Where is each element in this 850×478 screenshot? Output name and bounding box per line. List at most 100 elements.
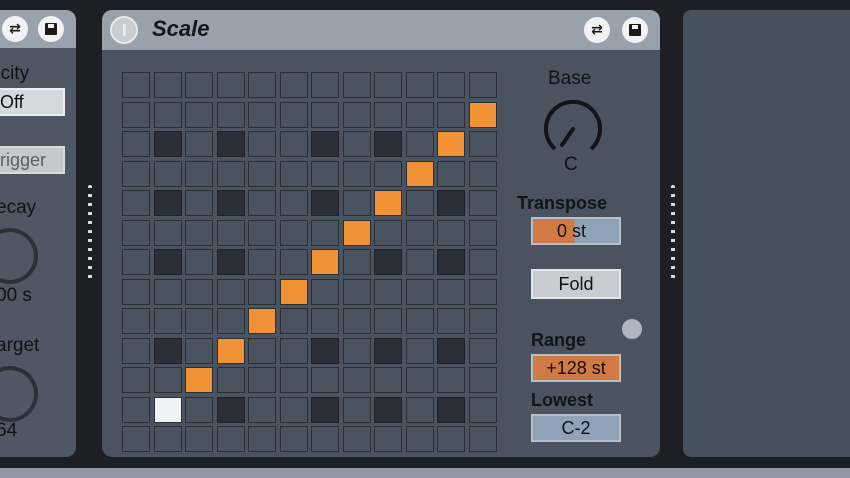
grid-cell[interactable]: [279, 219, 308, 246]
grid-cell[interactable]: [311, 426, 339, 452]
grid-cell[interactable]: [122, 190, 150, 216]
grid-cell[interactable]: [185, 278, 213, 305]
grid-cell[interactable]: [153, 337, 182, 364]
bottom-scrollbar[interactable]: [0, 468, 850, 478]
grid-cell[interactable]: [311, 160, 339, 187]
grid-cell[interactable]: [405, 101, 434, 128]
grid-cell[interactable]: [279, 160, 308, 187]
grid-cell[interactable]: [405, 308, 434, 334]
grid-cell[interactable]: [248, 101, 276, 128]
grid-cell[interactable]: [122, 131, 150, 157]
grid-cell[interactable]: [311, 337, 339, 364]
grid-cell[interactable]: [437, 337, 465, 364]
grid-cell[interactable]: [437, 219, 465, 246]
grid-cell[interactable]: [248, 367, 276, 393]
grid-cell[interactable]: [342, 219, 371, 246]
grid-cell[interactable]: [185, 308, 213, 334]
grid-cell[interactable]: [153, 367, 182, 393]
grid-cell[interactable]: [405, 367, 434, 393]
grid-cell[interactable]: [342, 426, 371, 452]
lowest-field[interactable]: C-2: [531, 414, 621, 442]
hot-swap-icon[interactable]: ⇄: [2, 16, 28, 42]
grid-cell[interactable]: [342, 249, 371, 275]
grid-cell[interactable]: [468, 308, 497, 334]
grid-cell[interactable]: [153, 219, 182, 246]
grid-cell[interactable]: [311, 190, 339, 216]
grid-cell[interactable]: [311, 131, 339, 157]
grid-cell[interactable]: [374, 396, 402, 423]
target-knob[interactable]: [0, 366, 38, 422]
grid-cell[interactable]: [279, 367, 308, 393]
grid-cell[interactable]: [185, 249, 213, 275]
grid-cell[interactable]: [374, 190, 402, 216]
grid-cell[interactable]: [185, 72, 213, 98]
grid-cell[interactable]: [216, 219, 245, 246]
grid-cell[interactable]: [468, 190, 497, 216]
grid-cell[interactable]: [185, 131, 213, 157]
off-toggle[interactable]: Off: [0, 88, 65, 116]
grid-cell[interactable]: [122, 278, 150, 305]
grid-cell[interactable]: [405, 426, 434, 452]
grid-cell[interactable]: [122, 337, 150, 364]
device-drag-handle[interactable]: [88, 185, 92, 280]
grid-cell[interactable]: [185, 396, 213, 423]
grid-cell[interactable]: [216, 190, 245, 216]
grid-cell[interactable]: [437, 396, 465, 423]
grid-cell[interactable]: [216, 426, 245, 452]
grid-cell[interactable]: [437, 278, 465, 305]
grid-cell[interactable]: [122, 249, 150, 275]
grid-cell[interactable]: [279, 72, 308, 98]
grid-cell[interactable]: [185, 337, 213, 364]
grid-cell[interactable]: [216, 131, 245, 157]
grid-cell[interactable]: [248, 337, 276, 364]
grid-cell[interactable]: [374, 367, 402, 393]
grid-cell[interactable]: [248, 278, 276, 305]
grid-cell[interactable]: [342, 101, 371, 128]
grid-cell[interactable]: [216, 249, 245, 275]
grid-cell[interactable]: [311, 219, 339, 246]
grid-cell[interactable]: [437, 131, 465, 157]
grid-cell[interactable]: [468, 249, 497, 275]
grid-cell[interactable]: [342, 190, 371, 216]
grid-cell[interactable]: [153, 101, 182, 128]
transpose-field[interactable]: 0 st: [531, 217, 621, 245]
grid-cell[interactable]: [311, 278, 339, 305]
grid-cell[interactable]: [374, 308, 402, 334]
grid-cell[interactable]: [279, 426, 308, 452]
grid-cell[interactable]: [216, 396, 245, 423]
grid-cell[interactable]: [342, 396, 371, 423]
scale-note-grid[interactable]: [122, 72, 497, 452]
grid-cell[interactable]: [279, 308, 308, 334]
grid-cell[interactable]: [405, 396, 434, 423]
grid-cell[interactable]: [468, 367, 497, 393]
grid-cell[interactable]: [153, 190, 182, 216]
grid-cell[interactable]: [185, 219, 213, 246]
grid-cell[interactable]: [153, 160, 182, 187]
decay-knob[interactable]: [0, 228, 38, 284]
grid-cell[interactable]: [216, 72, 245, 98]
grid-cell[interactable]: [122, 426, 150, 452]
grid-cell[interactable]: [279, 337, 308, 364]
grid-cell[interactable]: [248, 160, 276, 187]
grid-cell[interactable]: [468, 160, 497, 187]
grid-cell[interactable]: [468, 131, 497, 157]
grid-cell[interactable]: [405, 131, 434, 157]
grid-cell[interactable]: [122, 101, 150, 128]
grid-cell[interactable]: [311, 367, 339, 393]
hot-swap-icon[interactable]: ⇄: [584, 17, 610, 43]
grid-cell[interactable]: [216, 278, 245, 305]
grid-cell[interactable]: [374, 131, 402, 157]
grid-cell[interactable]: [248, 219, 276, 246]
grid-cell[interactable]: [405, 219, 434, 246]
grid-cell[interactable]: [279, 190, 308, 216]
grid-cell[interactable]: [437, 160, 465, 187]
grid-cell[interactable]: [185, 190, 213, 216]
grid-cell[interactable]: [279, 278, 308, 305]
grid-cell[interactable]: [437, 367, 465, 393]
grid-cell[interactable]: [248, 72, 276, 98]
grid-cell[interactable]: [122, 160, 150, 187]
grid-cell[interactable]: [248, 190, 276, 216]
grid-cell[interactable]: [374, 337, 402, 364]
grid-cell[interactable]: [153, 249, 182, 275]
grid-cell[interactable]: [311, 396, 339, 423]
